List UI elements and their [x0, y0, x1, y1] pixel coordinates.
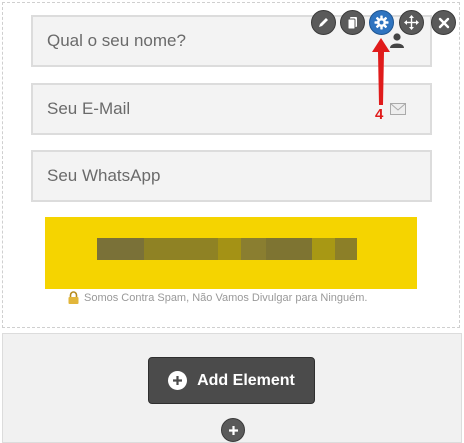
copy-icon	[347, 16, 357, 29]
annotation-number: 4	[375, 106, 384, 123]
whatsapp-input[interactable]	[33, 152, 430, 200]
add-row-button[interactable]	[221, 418, 245, 442]
annotation-arrow	[372, 38, 390, 105]
move-icon	[404, 15, 419, 30]
add-element-label: Add Element	[197, 371, 295, 389]
gear-icon	[374, 15, 389, 30]
whatsapp-field[interactable]	[31, 150, 432, 202]
envelope-icon	[390, 102, 406, 120]
add-element-button[interactable]: Add Element	[148, 357, 315, 404]
submit-button[interactable]	[45, 217, 417, 289]
edit-button[interactable]	[311, 10, 336, 35]
pencil-icon	[319, 18, 328, 27]
duplicate-button[interactable]	[340, 10, 365, 35]
close-icon	[438, 17, 449, 28]
plus-icon	[228, 425, 238, 435]
lock-icon	[68, 291, 79, 304]
plus-icon	[168, 371, 188, 390]
spam-notice-text: Somos Contra Spam, Não Vamos Divulgar pa…	[84, 291, 368, 304]
spam-notice: Somos Contra Spam, Não Vamos Divulgar pa…	[68, 291, 367, 304]
delete-button[interactable]	[431, 10, 456, 35]
